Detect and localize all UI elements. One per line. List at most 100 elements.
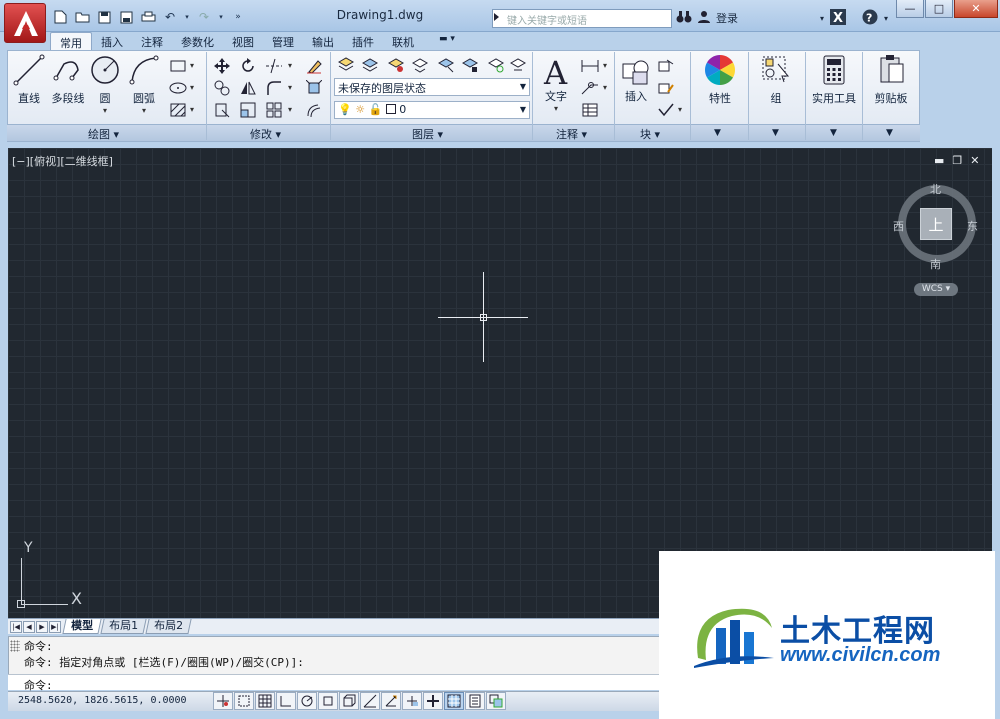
quick-properties-icon[interactable] <box>465 692 485 710</box>
viewport-minimize-icon[interactable]: ▬ <box>934 154 944 167</box>
panel-label-layers[interactable]: 图层 ▾ <box>412 126 443 142</box>
tab-manage[interactable]: 管理 <box>263 32 303 50</box>
mirror-icon[interactable] <box>238 78 258 97</box>
help-icon[interactable]: ? <box>862 9 878 28</box>
circle-dropdown-icon[interactable]: ▾ <box>103 106 107 115</box>
hatch-dropdown-icon[interactable]: ▾ <box>190 105 194 114</box>
panel-label-block[interactable]: 块 ▾ <box>640 126 660 142</box>
move-icon[interactable] <box>212 56 232 75</box>
search-expand-icon[interactable] <box>494 13 499 21</box>
ortho-mode-icon[interactable] <box>276 692 296 710</box>
viewcube-east[interactable]: 东 <box>967 218 978 234</box>
fillet-dropdown-icon[interactable]: ▾ <box>288 83 292 92</box>
layer-state-dropdown-icon[interactable]: ▼ <box>520 82 526 91</box>
next-layout-icon[interactable]: ▶ <box>36 620 48 633</box>
erase-icon[interactable] <box>304 56 324 75</box>
transparency-icon[interactable] <box>444 692 464 710</box>
ellipse-dropdown-icon[interactable]: ▾ <box>190 83 194 92</box>
edit-attributes-icon[interactable] <box>656 100 676 119</box>
exchange-icon[interactable]: X <box>830 8 847 28</box>
undo-dropdown-icon[interactable]: ▾ <box>182 7 192 27</box>
login-link[interactable]: 登录 <box>716 10 738 26</box>
prev-layout-icon[interactable]: ◀ <box>23 620 35 633</box>
tab-layout2[interactable]: 布局2 <box>145 619 192 634</box>
layer-state-select[interactable]: 未保存的图层状态 ▼ <box>334 78 530 96</box>
search-input[interactable]: 键入关键字或短语 <box>492 9 672 28</box>
polar-tracking-icon[interactable] <box>297 692 317 710</box>
array-icon[interactable] <box>264 100 284 119</box>
layer-isolate-icon[interactable] <box>410 55 430 74</box>
group-panel-expand-icon[interactable]: ▼ <box>772 128 779 138</box>
clipboard-tool[interactable]: 剪贴板 <box>868 54 914 106</box>
leader-icon[interactable] <box>580 78 600 97</box>
3d-object-snap-icon[interactable] <box>339 692 359 710</box>
scale-icon[interactable] <box>238 100 258 119</box>
layer-off-icon[interactable] <box>386 55 406 74</box>
layer-select[interactable]: 💡 ☼ 🔓 0 ▼ <box>334 101 530 119</box>
layer-lock-icon[interactable] <box>460 55 480 74</box>
trim-dropdown-icon[interactable]: ▾ <box>288 61 292 70</box>
viewport-label[interactable]: [−][俯视][二维线框] <box>12 153 113 169</box>
tab-home[interactable]: 常用 <box>50 32 92 50</box>
utilities-tool[interactable]: 实用工具 <box>808 54 860 106</box>
viewport-close-icon[interactable]: ✕ <box>970 154 979 167</box>
tab-layout1[interactable]: 布局1 <box>100 619 147 634</box>
command-line-grip-icon[interactable] <box>10 640 20 652</box>
create-block-icon[interactable] <box>656 56 676 75</box>
print-icon[interactable] <box>138 7 158 27</box>
insert-block-tool[interactable]: 插入 <box>620 54 652 104</box>
login-dropdown-icon[interactable]: ▾ <box>820 14 824 23</box>
first-layout-icon[interactable]: |◀ <box>10 620 22 633</box>
array-dropdown-icon[interactable]: ▾ <box>288 105 292 114</box>
viewcube-top-face[interactable]: 上 <box>920 208 952 240</box>
cursor-coordinates[interactable]: 2548.5620, 1826.5615, 0.0000 <box>18 695 187 706</box>
unlock-icon[interactable]: 🔓 <box>369 103 383 116</box>
dimension-icon[interactable] <box>580 56 600 75</box>
viewcube-north[interactable]: 北 <box>930 181 941 197</box>
undo-icon[interactable]: ↶ <box>160 7 180 27</box>
binoculars-icon[interactable] <box>676 10 692 26</box>
edit-block-icon[interactable] <box>656 78 676 97</box>
grid-display-icon[interactable] <box>255 692 275 710</box>
new-file-icon[interactable] <box>50 7 70 27</box>
copy-icon[interactable] <box>212 78 232 97</box>
hatch-icon[interactable] <box>168 100 188 119</box>
arc-dropdown-icon[interactable]: ▾ <box>142 106 146 115</box>
lineweight-icon[interactable] <box>423 692 443 710</box>
line-tool[interactable]: 直线 <box>12 54 46 106</box>
explode-icon[interactable] <box>304 78 324 97</box>
viewport-restore-icon[interactable]: ❐ <box>952 154 962 167</box>
table-icon[interactable] <box>580 100 600 119</box>
tab-online[interactable]: 联机 <box>383 32 423 50</box>
tab-insert[interactable]: 插入 <box>92 32 132 50</box>
help-dropdown-icon[interactable]: ▾ <box>884 14 888 23</box>
save-icon[interactable] <box>94 7 114 27</box>
rectangle-dropdown-icon[interactable]: ▾ <box>190 61 194 70</box>
selection-cycling-icon[interactable] <box>486 692 506 710</box>
minimize-button[interactable]: — <box>896 0 924 18</box>
layer-dropdown-icon[interactable]: ▼ <box>520 105 526 114</box>
tab-model[interactable]: 模型 <box>62 619 102 634</box>
layer-properties-icon[interactable] <box>336 55 356 74</box>
layer-previous-icon[interactable] <box>508 55 528 74</box>
last-layout-icon[interactable]: ▶| <box>49 620 61 633</box>
application-menu-button[interactable] <box>4 3 46 43</box>
group-tool[interactable]: 组 <box>756 54 796 106</box>
object-snap-tracking-icon[interactable] <box>360 692 380 710</box>
offset-icon[interactable] <box>304 100 324 119</box>
wcs-menu[interactable]: WCS ▾ <box>914 283 958 296</box>
properties-panel-expand-icon[interactable]: ▼ <box>714 128 721 138</box>
maximize-button[interactable]: □ <box>925 0 953 18</box>
redo-icon[interactable]: ↷ <box>194 7 214 27</box>
tab-parametric[interactable]: 参数化 <box>172 32 223 50</box>
sun-icon[interactable]: ☼ <box>355 103 365 116</box>
tab-annotate[interactable]: 注释 <box>132 32 172 50</box>
leader-dropdown-icon[interactable]: ▾ <box>603 83 607 92</box>
open-folder-icon[interactable] <box>72 7 92 27</box>
object-snap-icon[interactable] <box>318 692 338 710</box>
text-dropdown-icon[interactable]: ▾ <box>554 104 558 113</box>
stretch-icon[interactable] <box>212 100 232 119</box>
rectangle-icon[interactable] <box>168 56 188 75</box>
panel-label-modify[interactable]: 修改 ▾ <box>250 126 281 142</box>
panel-label-annotation[interactable]: 注释 ▾ <box>556 126 587 142</box>
